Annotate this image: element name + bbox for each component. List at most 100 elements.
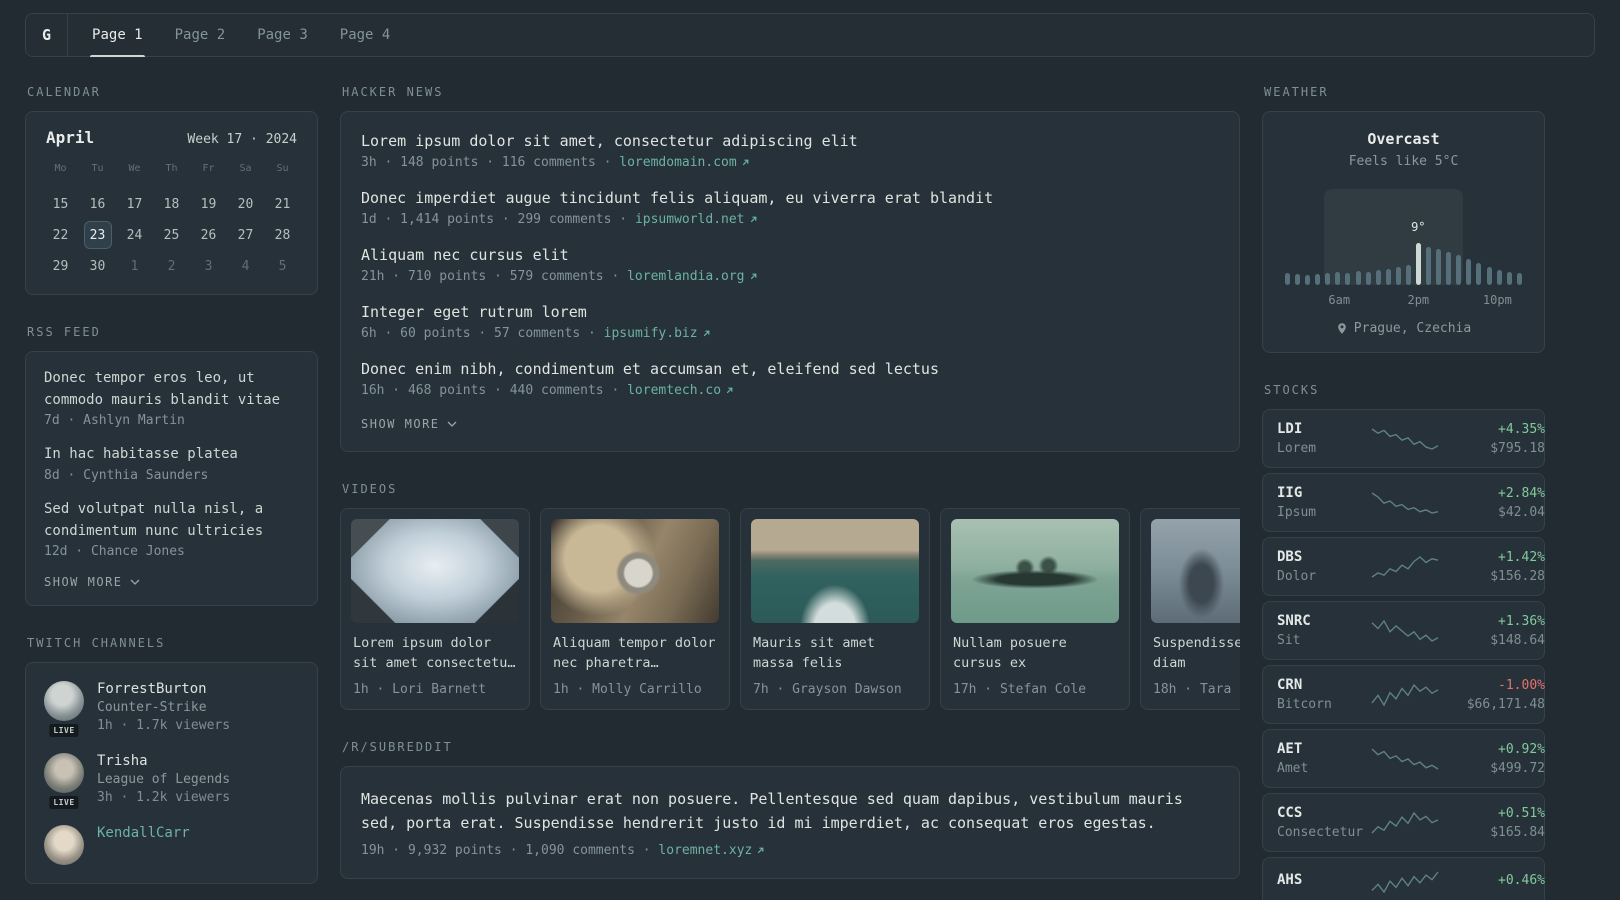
hn-story-meta: 1d · 1,414 points · 299 comments · ipsum… xyxy=(361,212,1219,227)
nav-tab[interactable]: Page 2 xyxy=(173,14,228,56)
stock-name: Bitcorn xyxy=(1277,697,1332,712)
video-card-strip: Lorem ipsum dolor sit amet consectetu… 1… xyxy=(340,508,1240,710)
hn-story-stats: 6h · 60 points · 57 comments · xyxy=(361,326,604,341)
subreddit-widget: Maecenas mollis pulvinar erat non posuer… xyxy=(340,765,1240,879)
twitch-avatar-wrap: LIVE xyxy=(44,681,84,740)
section-title-videos: Videos xyxy=(342,482,398,496)
video-title[interactable]: Aliquam tempor dolor nec pharetra… xyxy=(553,633,717,674)
page-tabs: Page 1 Page 2 Page 3 Page 4 xyxy=(90,14,393,57)
weather-hour-bar xyxy=(1295,274,1301,285)
video-thumbnail[interactable] xyxy=(551,519,719,623)
stock-row[interactable]: IIG Ipsum +2.84% $42.04 xyxy=(1262,473,1545,532)
stock-row[interactable]: LDI Lorem +4.35% $795.18 xyxy=(1262,409,1545,468)
hn-story-title[interactable]: Donec enim nibh, condimentum et accumsan… xyxy=(361,360,1219,378)
rss-item-title[interactable]: In hac habitasse platea xyxy=(44,444,299,466)
nav-tab[interactable]: Page 3 xyxy=(255,14,310,56)
video-meta: 1h · Molly Carrillo xyxy=(553,681,702,697)
hn-story: Aliquam nec cursus elit 21h · 710 points… xyxy=(361,246,1219,284)
stock-sparkline xyxy=(1371,871,1439,894)
twitch-channel-row[interactable]: LIVE ForrestBurton Counter-Strike 1h · 1… xyxy=(44,681,299,740)
external-link-icon xyxy=(742,159,749,166)
hn-story-title[interactable]: Integer eget rutrum lorem xyxy=(361,303,1219,321)
video-card[interactable]: Nullam posuere cursus ex 17h · Stefan Co… xyxy=(940,508,1130,710)
calendar-weekday-label: We xyxy=(128,163,141,174)
hn-show-more-button[interactable]: SHOW MORE xyxy=(361,417,457,431)
video-card[interactable]: Suspendisse volutpat diam 18h · Tara xyxy=(1140,508,1240,710)
reddit-post-domain-link[interactable]: loremnet.xyz xyxy=(658,843,766,858)
weather-bar-group xyxy=(1285,189,1522,285)
twitch-channel-game: League of Legends xyxy=(97,772,231,788)
weather-section: Weather Overcast Feels like 5°C 9° 6am 2p… xyxy=(1262,85,1545,353)
chevron-down-icon xyxy=(447,421,456,427)
calendar-weekday-label: Tu xyxy=(91,163,104,174)
section-title-stocks: Stocks xyxy=(1264,383,1320,397)
hn-story-domain-link[interactable]: loremdomain.com xyxy=(619,155,750,170)
weather-condition: Overcast xyxy=(1367,130,1440,148)
stock-name: Amet xyxy=(1277,761,1309,776)
hn-story-title[interactable]: Aliquam nec cursus elit xyxy=(361,246,1219,264)
calendar-day: 16 xyxy=(89,196,106,212)
rss-item-meta: 12d · Chance Jones xyxy=(44,544,185,560)
app-logo[interactable]: G xyxy=(42,14,67,56)
calendar-day: 4 xyxy=(241,258,250,274)
rss-item-title[interactable]: Donec tempor eros leo, ut commodo mauris… xyxy=(44,368,299,411)
hackernews-section: Hacker News Lorem ipsum dolor sit amet, … xyxy=(340,85,1240,452)
stock-values: +0.92% $499.72 xyxy=(1445,742,1545,776)
calendar-widget: April Week 17 · 2024 Mo Tu We Th Fr Sa Su 15 16… xyxy=(25,111,318,295)
video-title[interactable]: Nullam posuere cursus ex xyxy=(953,633,1117,674)
video-thumbnail[interactable] xyxy=(951,519,1119,623)
stock-change: +0.46% xyxy=(1498,872,1545,888)
calendar-day: 20 xyxy=(237,196,254,212)
video-thumbnail[interactable] xyxy=(351,519,519,623)
hn-story-domain-link[interactable]: loremlandia.org xyxy=(627,269,758,284)
nav-tab-label: Page 3 xyxy=(257,27,308,43)
reddit-post-title[interactable]: Maecenas mollis pulvinar erat non posuer… xyxy=(361,787,1219,835)
section-title-subreddit: /r/subreddit xyxy=(342,739,453,754)
video-thumbnail[interactable] xyxy=(1151,519,1240,623)
stock-sparkline xyxy=(1371,747,1439,770)
stock-row[interactable]: AHS +0.46% xyxy=(1262,857,1545,900)
section-title-twitch: Twitch Channels xyxy=(27,636,166,651)
weather-widget: Overcast Feels like 5°C 9° 6am 2pm 10pm Pr… xyxy=(1262,111,1545,353)
stock-row[interactable]: CCS Consectetur +0.51% $165.84 xyxy=(1262,793,1545,852)
rss-item-title[interactable]: Sed volutpat nulla nisl, a condimentum n… xyxy=(44,499,299,542)
nav-tab[interactable]: Page 1 xyxy=(90,14,145,57)
stock-row[interactable]: DBS Dolor +1.42% $156.28 xyxy=(1262,537,1545,596)
video-title[interactable]: Mauris sit amet massa felis xyxy=(753,633,917,674)
stock-row[interactable]: AET Amet +0.92% $499.72 xyxy=(1262,729,1545,788)
twitch-widget: LIVE ForrestBurton Counter-Strike 1h · 1… xyxy=(25,662,318,885)
video-title[interactable]: Lorem ipsum dolor sit amet consectetu… xyxy=(353,633,517,674)
twitch-channel-info: KendallCarr xyxy=(97,825,190,865)
stock-row[interactable]: SNRC Sit +1.36% $148.64 xyxy=(1262,601,1545,660)
external-link-icon xyxy=(750,216,756,223)
video-card[interactable]: Mauris sit amet massa felis 7h · Grayson… xyxy=(740,508,930,710)
video-card[interactable]: Aliquam tempor dolor nec pharetra… 1h · … xyxy=(540,508,730,710)
stock-name: Ipsum xyxy=(1277,505,1317,520)
rss-show-more-button[interactable]: SHOW MORE xyxy=(44,575,140,589)
hn-story-domain-link[interactable]: ipsumworld.net xyxy=(635,212,759,227)
nav-tab[interactable]: Page 4 xyxy=(338,14,393,56)
video-card[interactable]: Lorem ipsum dolor sit amet consectetu… 1… xyxy=(340,508,530,710)
weather-hour-bar xyxy=(1365,272,1371,285)
hn-story-title[interactable]: Donec imperdiet augue tincidunt felis al… xyxy=(361,189,1219,207)
twitch-channel-row[interactable]: LIVE Trisha League of Legends 3h · 1.2k … xyxy=(44,753,299,812)
hn-story-domain-link[interactable]: loremtech.co xyxy=(627,383,735,398)
reddit-post-stats: 19h · 9,932 points · 1,090 comments · xyxy=(361,842,659,858)
hn-story-domain-link[interactable]: ipsumify.biz xyxy=(604,326,712,341)
stock-values: +1.36% $148.64 xyxy=(1445,614,1545,648)
twitch-channel-name: ForrestBurton xyxy=(97,681,207,698)
calendar-day: 30 xyxy=(89,258,106,274)
video-thumbnail[interactable] xyxy=(751,519,919,623)
twitch-channel-row[interactable]: KendallCarr xyxy=(44,825,299,866)
stock-row[interactable]: CRN Bitcorn -1.00% $66,171.48 xyxy=(1262,665,1545,724)
stock-identity: LDI Lorem xyxy=(1277,421,1365,456)
calendar-day: 24 xyxy=(126,227,143,243)
calendar-day: 17 xyxy=(126,196,143,212)
calendar-day: 15 xyxy=(52,196,69,212)
video-title[interactable]: Suspendisse volutpat diam xyxy=(1153,633,1240,674)
video-meta: 1h · Lori Barnett xyxy=(353,681,487,697)
weather-hour-bar xyxy=(1345,273,1351,285)
stock-list: LDI Lorem +4.35% $795.18 IIG Ipsum +2.84… xyxy=(1262,409,1545,900)
twitch-channel-info: Trisha League of Legends 3h · 1.2k viewe… xyxy=(97,753,230,805)
hn-story-title[interactable]: Lorem ipsum dolor sit amet, consectetur … xyxy=(361,132,1219,150)
